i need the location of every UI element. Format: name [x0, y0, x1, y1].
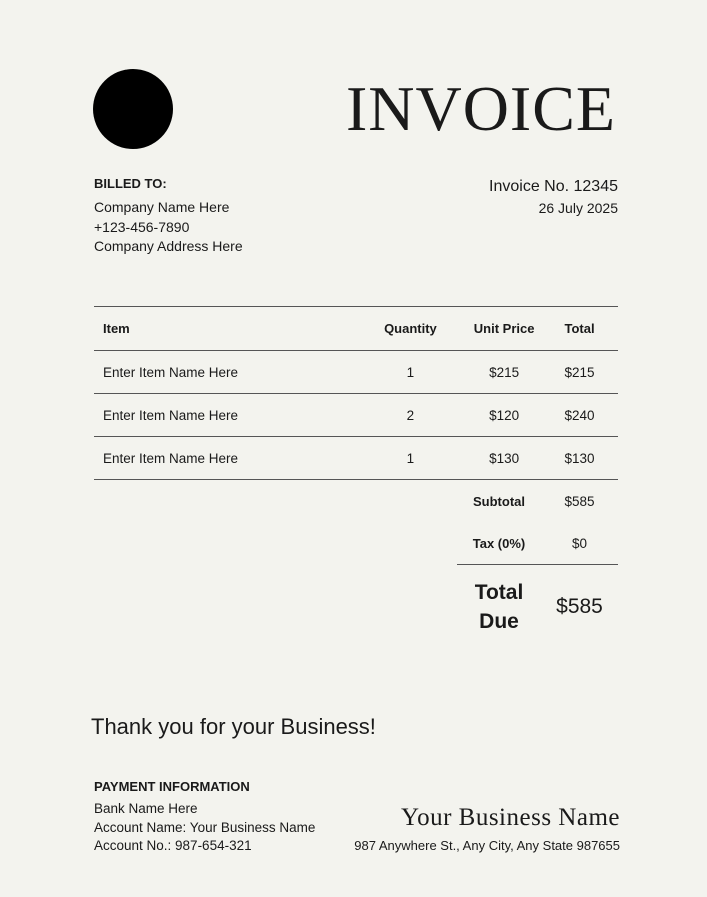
logo-circle [93, 69, 173, 149]
row-item: Enter Item Name Here [103, 407, 239, 423]
total-due-value: $585 [556, 595, 603, 618]
summary-block: Subtotal $585 Tax (0%) $0 Total Due $585 [457, 480, 618, 649]
total-due-label-line1: Total [474, 581, 524, 604]
row-item: Enter Item Name Here [103, 364, 239, 380]
row-quantity: 1 [406, 450, 415, 466]
table-row: Enter Item Name Here 2 $120 $240 [94, 394, 618, 437]
payment-information: PAYMENT INFORMATION Bank Name Here Accou… [94, 779, 315, 856]
row-total: $215 [564, 364, 595, 380]
header-quantity: Quantity [384, 321, 437, 336]
row-item: Enter Item Name Here [103, 450, 239, 466]
billed-to-label: BILLED TO: [94, 176, 167, 191]
business-name: Your Business Name [401, 804, 620, 831]
subtotal-row: Subtotal $585 [457, 480, 618, 522]
bank-name: Bank Name Here [94, 801, 198, 816]
invoice-meta: Invoice No. 12345 26 July 2025 [489, 176, 618, 218]
row-quantity: 1 [406, 364, 415, 380]
subtotal-value: $585 [564, 493, 595, 509]
billed-address: Company Address Here [94, 238, 243, 254]
account-number: Account No.: 987-654-321 [94, 838, 252, 853]
row-total: $240 [564, 407, 595, 423]
subtotal-label: Subtotal [473, 493, 525, 509]
row-unit-price: $215 [489, 364, 520, 380]
header-total: Total [564, 321, 595, 336]
thank-you-message: Thank you for your Business! [91, 714, 376, 739]
total-due-label: Total Due [457, 578, 541, 636]
tax-row: Tax (0%) $0 [457, 522, 618, 564]
row-unit-price: $120 [489, 407, 520, 423]
row-quantity: 2 [406, 407, 415, 423]
header-item: Item [103, 321, 130, 336]
table-row: Enter Item Name Here 1 $130 $130 [94, 437, 618, 480]
billed-company: Company Name Here [94, 199, 230, 215]
billed-phone: +123-456-7890 [94, 218, 190, 235]
invoice-date: 26 July 2025 [538, 200, 618, 216]
tax-value: $0 [571, 535, 588, 551]
invoice-number: Invoice No. 12345 [489, 178, 618, 195]
row-total: $130 [564, 450, 595, 466]
account-name: Account Name: Your Business Name [94, 819, 316, 835]
invoice-title: INVOICE [345, 73, 616, 144]
total-due-row: Total Due $585 [457, 565, 618, 649]
billed-to-section: BILLED TO: Company Name Here +123-456-78… [94, 176, 243, 257]
total-due-label-line2: Due [479, 610, 519, 633]
row-unit-price: $130 [489, 450, 520, 466]
payment-label: PAYMENT INFORMATION [94, 779, 250, 794]
header-unit-price: Unit Price [473, 321, 535, 336]
items-table: Item Quantity Unit Price Total Enter Ite… [94, 306, 618, 480]
business-info: Your Business Name 987 Anywhere St., Any… [354, 802, 620, 855]
table-row: Enter Item Name Here 1 $215 $215 [94, 351, 618, 394]
tax-label: Tax (0%) [472, 535, 526, 551]
table-header-row: Item Quantity Unit Price Total [94, 306, 618, 351]
business-address: 987 Anywhere St., Any City, Any State 98… [354, 838, 620, 853]
